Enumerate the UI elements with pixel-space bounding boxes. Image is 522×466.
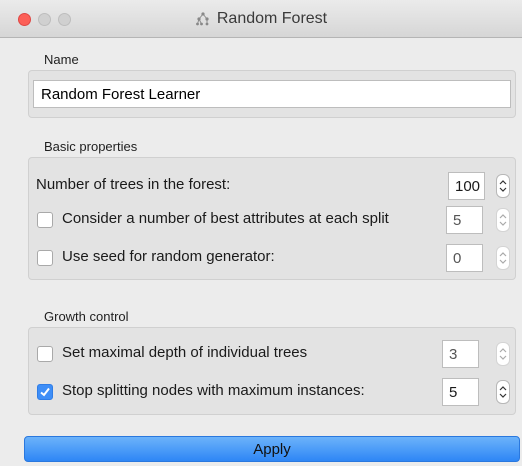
checkmark-icon [40, 387, 50, 397]
max-depth-spinbox[interactable]: 3 [442, 340, 479, 368]
random-seed-label: Use seed for random generator: [62, 248, 275, 265]
max-depth-label: Set maximal depth of individual trees [62, 344, 308, 361]
number-of-trees-spinbox[interactable]: 100 [448, 172, 485, 200]
best-attributes-spinbox[interactable]: 5 [446, 206, 483, 234]
number-of-trees-label: Number of trees in the forest: [36, 176, 231, 193]
window-titlebar: Random Forest [0, 0, 522, 38]
stepper-arrows-icon [499, 252, 507, 264]
max-depth-checkbox[interactable] [37, 346, 53, 362]
apply-button[interactable]: Apply [24, 436, 520, 462]
stepper-arrows-icon [499, 348, 507, 360]
best-attributes-checkbox[interactable] [37, 212, 53, 228]
stop-splitting-checkbox[interactable] [37, 384, 53, 400]
name-section-label: Name [44, 52, 79, 67]
random-seed-checkbox[interactable] [37, 250, 53, 266]
random-forest-icon [195, 12, 209, 26]
growth-control-label: Growth control [44, 309, 129, 324]
stepper-arrows-icon [499, 180, 507, 192]
best-attributes-stepper[interactable] [496, 208, 510, 232]
number-of-trees-stepper[interactable] [496, 174, 510, 198]
stop-splitting-spinbox[interactable]: 5 [442, 378, 479, 406]
stop-splitting-label: Stop splitting nodes with maximum instan… [62, 382, 365, 399]
stop-splitting-stepper[interactable] [496, 380, 510, 404]
random-seed-spinbox[interactable]: 0 [446, 244, 483, 272]
stepper-arrows-icon [499, 214, 507, 226]
best-attributes-label: Consider a number of best attributes at … [62, 210, 389, 227]
apply-button-label: Apply [253, 440, 291, 458]
window-title: Random Forest [216, 10, 328, 27]
random-seed-stepper[interactable] [496, 246, 510, 270]
window-title-group: Random Forest [0, 0, 522, 38]
stepper-arrows-icon [499, 386, 507, 398]
basic-properties-label: Basic properties [44, 139, 138, 154]
max-depth-stepper[interactable] [496, 342, 510, 366]
learner-name-input[interactable] [33, 80, 511, 108]
